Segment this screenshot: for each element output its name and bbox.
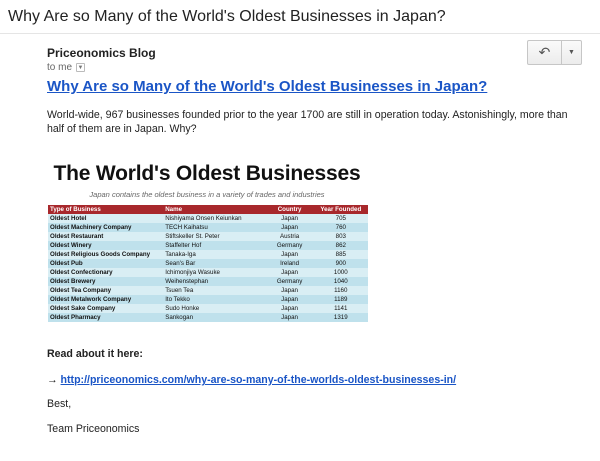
business-name-cell: Tanaka-Iga: [163, 250, 266, 259]
year-founded-cell: 803: [313, 232, 368, 241]
link-row: → http://priceonomics.com/why-are-so-man…: [47, 374, 456, 386]
year-founded-cell: 1141: [313, 304, 368, 313]
table-row: Oldest Metalwork Company Ito Tekko Japan 11…: [48, 295, 368, 304]
business-name-cell: Weihenstephan: [163, 277, 266, 286]
country-cell: Japan: [265, 286, 314, 295]
column-header: Name: [163, 205, 266, 214]
business-name-cell: Ichimonjiya Wasuke: [163, 268, 266, 277]
table-row: Oldest Pharmacy Sankogan Japan 1319: [48, 313, 368, 322]
message-actions: ↶ ▼: [527, 40, 582, 65]
business-type-cell: Oldest Tea Company: [48, 286, 164, 295]
business-type-cell: Oldest Pub: [48, 259, 164, 268]
year-founded-cell: 1189: [313, 295, 368, 304]
more-actions-button[interactable]: ▼: [562, 40, 582, 65]
business-type-cell: Oldest Machinery Company: [48, 223, 164, 232]
closing-text: Best,: [47, 398, 72, 410]
reply-button[interactable]: ↶: [527, 40, 562, 65]
country-cell: Austria: [265, 232, 314, 241]
business-type-cell: Oldest Brewery: [48, 277, 164, 286]
table-row: Oldest Tea Company Tsuen Tea Japan 1160: [48, 286, 368, 295]
business-type-cell: Oldest Sake Company: [48, 304, 164, 313]
subject-bar: Why Are so Many of the World's Oldest Bu…: [0, 0, 600, 34]
table-row: Oldest Sake Company Sudo Honke Japan 1141: [48, 304, 368, 313]
reply-icon: ↶: [538, 44, 551, 60]
business-type-cell: Oldest Pharmacy: [48, 313, 164, 322]
table-row: Oldest Confectionary Ichimonjiya Wasuke Ja…: [48, 268, 368, 277]
table-row: Oldest Pub Sean's Bar Ireland 900: [48, 259, 368, 268]
table-row: Oldest Restaurant Stiftskeller St. Peter A…: [48, 232, 368, 241]
business-type-cell: Oldest Metalwork Company: [48, 295, 164, 304]
business-name-cell: Nishiyama Onsen Keiunkan: [163, 214, 266, 223]
year-founded-cell: 885: [313, 250, 368, 259]
business-name-cell: TECH Kaihatsu: [163, 223, 266, 232]
article-headline-link[interactable]: Why Are so Many of the World's Oldest Bu…: [47, 78, 487, 95]
infographic-title: The World's Oldest Businesses: [53, 162, 361, 185]
table-header-row: Type of Business Name Country Year Found…: [48, 205, 368, 214]
business-name-cell: Sean's Bar: [163, 259, 266, 268]
recipient-row: to me ▼: [47, 62, 86, 73]
business-type-cell: Oldest Winery: [48, 241, 164, 250]
email-subject: Why Are so Many of the World's Oldest Bu…: [8, 8, 446, 25]
business-name-cell: Sudo Honke: [163, 304, 266, 313]
read-label: Read about it here:: [47, 348, 143, 360]
year-founded-cell: 900: [313, 259, 368, 268]
business-name-cell: Staffelter Hof: [163, 241, 266, 250]
column-header: Type of Business: [48, 205, 164, 214]
country-cell: Ireland: [265, 259, 314, 268]
country-cell: Japan: [265, 214, 314, 223]
table-row: Oldest Winery Staffelter Hof Germany 862: [48, 241, 368, 250]
country-cell: Japan: [265, 250, 314, 259]
businesses-table: Type of Business Name Country Year Found…: [48, 205, 368, 322]
country-cell: Japan: [265, 268, 314, 277]
business-type-cell: Oldest Confectionary: [48, 268, 164, 277]
country-cell: Japan: [265, 295, 314, 304]
dropdown-arrow-icon: ▼: [568, 49, 575, 56]
country-cell: Japan: [265, 313, 314, 322]
business-type-cell: Oldest Hotel: [48, 214, 164, 223]
country-cell: Germany: [265, 277, 314, 286]
infographic-subtitle: Japan contains the oldest business in a …: [89, 190, 325, 199]
recipient-label: to me: [47, 62, 73, 73]
year-founded-cell: 1160: [313, 286, 368, 295]
business-type-cell: Oldest Restaurant: [48, 232, 164, 241]
business-name-cell: Tsuen Tea: [163, 286, 266, 295]
signature-text: Team Priceonomics: [47, 423, 140, 435]
table-row: Oldest Hotel Nishiyama Onsen Keiunkan Japa…: [48, 214, 368, 223]
oldest-businesses-infographic: The World's Oldest Businesses Japan cont…: [46, 160, 368, 332]
country-cell: Japan: [265, 223, 314, 232]
country-cell: Japan: [265, 304, 314, 313]
business-name-cell: Stiftskeller St. Peter: [163, 232, 266, 241]
dropdown-arrow-icon[interactable]: ▼: [76, 63, 86, 72]
year-founded-cell: 705: [313, 214, 368, 223]
year-founded-cell: 1319: [313, 313, 368, 322]
table-row: Oldest Religious Goods Company Tanaka-Iga…: [48, 250, 368, 259]
year-founded-cell: 760: [313, 223, 368, 232]
year-founded-cell: 1040: [313, 277, 368, 286]
business-type-cell: Oldest Religious Goods Company: [48, 250, 164, 259]
business-name-cell: Sankogan: [163, 313, 266, 322]
arrow-icon: →: [47, 374, 58, 386]
business-name-cell: Ito Tekko: [163, 295, 266, 304]
year-founded-cell: 862: [313, 241, 368, 250]
intro-paragraph: World-wide, 967 businesses founded prior…: [47, 109, 568, 135]
column-header: Year Founded: [313, 205, 368, 214]
year-founded-cell: 1000: [313, 268, 368, 277]
table-row: Oldest Machinery Company TECH Kaihatsu Jap…: [48, 223, 368, 232]
country-cell: Germany: [265, 241, 314, 250]
sender-name[interactable]: Priceonomics Blog: [47, 46, 156, 60]
table-row: Oldest Brewery Weihenstephan Germany 1040: [48, 277, 368, 286]
article-url-link[interactable]: http://priceonomics.com/why-are-so-many-…: [61, 374, 457, 386]
column-header: Country: [265, 205, 314, 214]
